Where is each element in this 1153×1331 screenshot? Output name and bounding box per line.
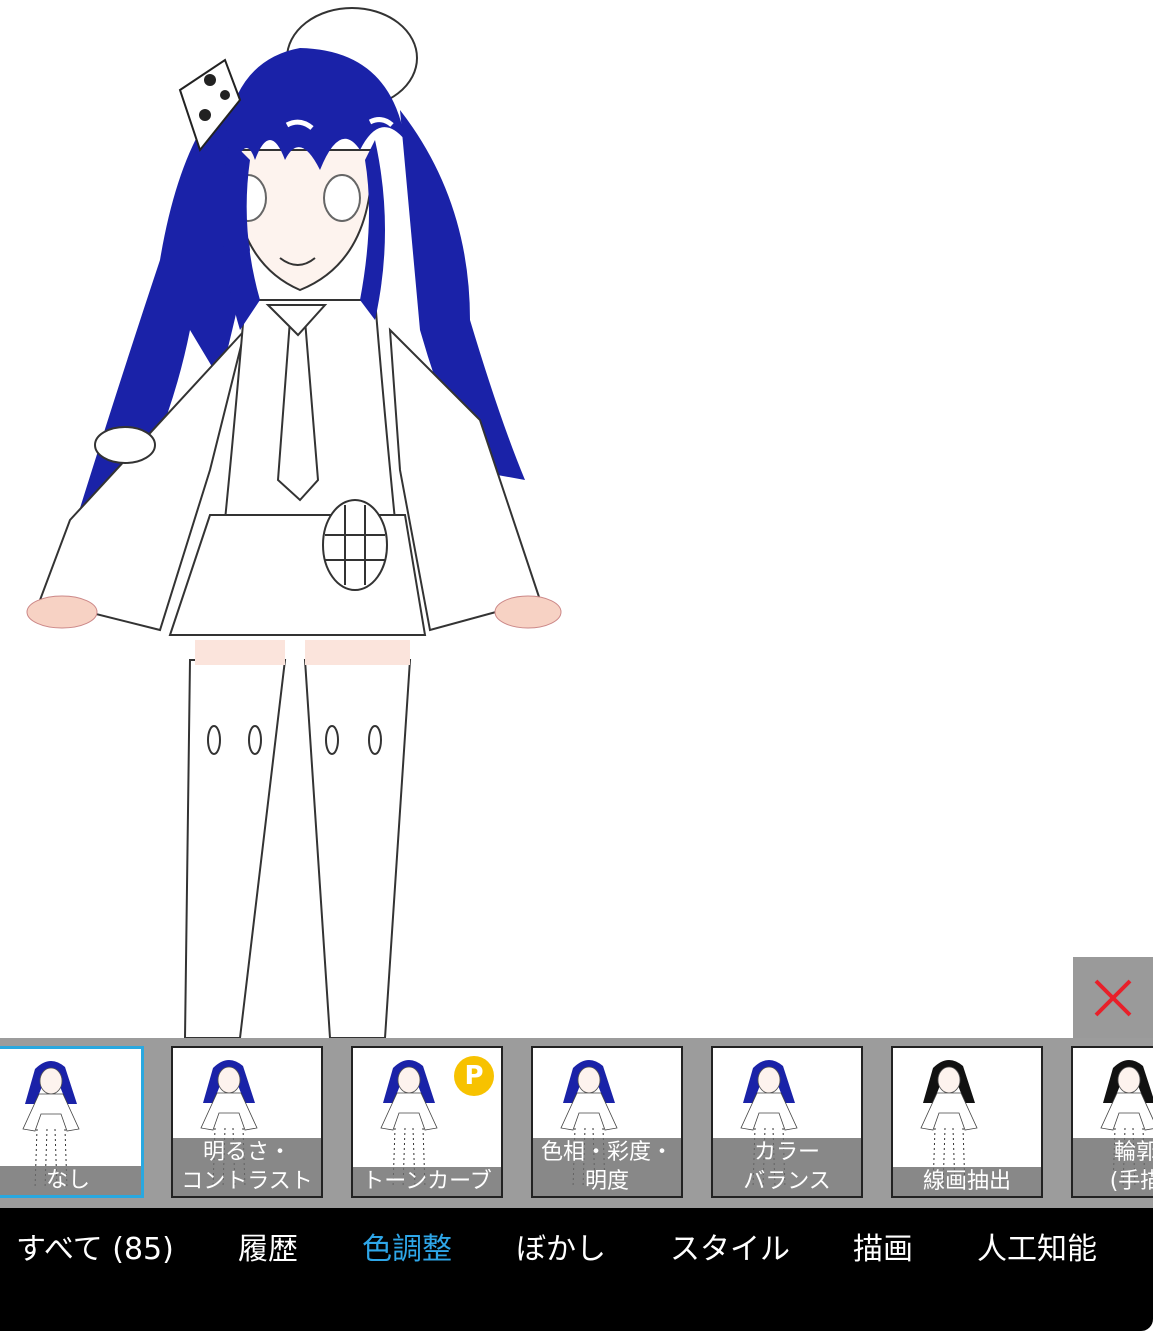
filter-thumb-4[interactable]: カラー バランス [711,1046,863,1198]
filter-label: 輪郭線 (手描き [1073,1138,1153,1196]
tab-1[interactable]: 履歴 [238,1224,298,1268]
filter-label: 色相・彩度・ 明度 [533,1138,681,1196]
filter-thumb-2[interactable]: P トーンカーブ [351,1046,503,1198]
filter-label: 線画抽出 [893,1167,1041,1196]
filter-thumb-5[interactable]: 線画抽出 [891,1046,1043,1198]
close-button[interactable] [1073,957,1153,1038]
filter-thumb-1[interactable]: 明るさ・コントラスト [171,1046,323,1198]
tab-0[interactable]: すべて (85) [16,1224,174,1268]
category-tabbar: すべて (85) 履歴 色調整 ぼかし スタイル 描画 人工知能 [0,1208,1153,1331]
filter-label-line: 明度 [584,1169,629,1194]
filter-label-line: 色相・彩度・ [540,1140,673,1165]
premium-badge-icon: P [454,1056,494,1096]
tab-2[interactable]: 色調整 [362,1224,452,1268]
filter-label-line: なし [45,1168,90,1193]
filter-label-line: 線画抽出 [922,1169,1011,1194]
close-icon [1094,979,1132,1016]
filter-thumb-3[interactable]: 色相・彩度・ 明度 [531,1046,683,1198]
image-canvas[interactable] [0,0,1153,1038]
filter-label-line: コントラスト [181,1169,313,1194]
tab-5[interactable]: 描画 [853,1224,913,1268]
character-illustration [26,7,562,1038]
tab-6[interactable]: 人工知能 [977,1224,1097,1268]
filter-label-line: 明るさ・ [202,1140,291,1165]
filter-label-line: (手描き [1109,1169,1153,1194]
filter-label: なし [0,1166,141,1195]
filter-thumb-6[interactable]: 輪郭線 (手描き [1071,1046,1153,1198]
filter-label: 明るさ・コントラスト [173,1138,321,1196]
filter-label: カラー バランス [713,1138,861,1196]
filter-strip[interactable]: なし明るさ・コントラストPトーンカーブ色相・彩度・明度カラーバランス線画抽出輪郭… [0,1038,1153,1208]
tab-3[interactable]: ぼかし [516,1224,606,1268]
filter-label: トーンカーブ [353,1167,501,1196]
filter-label-line: バランス [743,1169,831,1194]
filter-label-line: トーンカーブ [362,1169,492,1194]
filter-label-line: カラー [753,1140,820,1165]
filter-thumb-0[interactable]: なし [0,1046,144,1198]
filter-label-line: 輪郭線 [1113,1140,1153,1165]
tab-4[interactable]: スタイル [670,1224,790,1268]
